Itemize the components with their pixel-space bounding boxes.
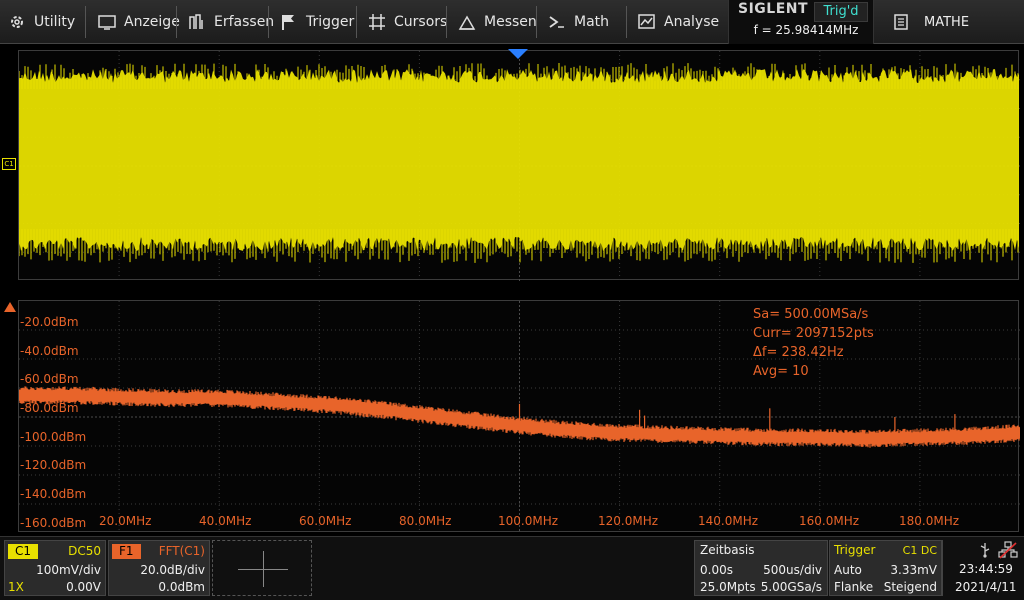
trigger-frequency: f = 25.98414MHz <box>753 23 859 37</box>
f1-info-box[interactable]: F1 FFT(C1) 20.0dB/div 0.0dBm <box>108 540 210 596</box>
timebase-points: 25.0Mpts <box>700 580 756 594</box>
menu-divider <box>536 6 537 38</box>
x-tick-label: 160.0MHz <box>799 514 860 528</box>
trigger-level: 3.33mV <box>890 563 937 577</box>
trigger-source: C1 DC <box>902 544 937 557</box>
trigger-type: Flanke <box>834 580 874 594</box>
menu-divider <box>176 6 177 38</box>
f1-source: FFT(C1) <box>158 544 205 558</box>
y-tick-label: -140.0dBm <box>20 487 87 501</box>
x-tick-label: 40.0MHz <box>199 514 252 528</box>
menu-messen-label: Messen <box>484 14 537 30</box>
fft-info-readout: Sa= 500.00MSa/s Curr= 2097152pts Δf= 238… <box>753 305 874 381</box>
y-tick-label: -100.0dBm <box>20 430 87 444</box>
ch1-scale: 100mV/div <box>36 563 101 577</box>
menu-math-label: Math <box>574 14 610 30</box>
ch1-offset: 0.00V <box>66 580 101 594</box>
menu-cursors-label: Cursors <box>394 14 448 30</box>
ch1-trace <box>19 69 1019 251</box>
clock-date: 2021/4/11 <box>955 580 1017 594</box>
analyse-icon <box>638 13 656 31</box>
network-icon <box>998 541 1018 559</box>
menu-cursors[interactable]: Cursors <box>368 0 447 44</box>
gear-icon <box>8 13 26 31</box>
menu-erfassen[interactable]: Erfassen <box>188 0 274 44</box>
menu-anzeige[interactable]: Anzeige <box>98 0 180 44</box>
menu-anzeige-label: Anzeige <box>124 14 180 30</box>
x-tick-label: 140.0MHz <box>698 514 759 528</box>
timebase-delay: 0.00s <box>700 563 733 577</box>
fft-resolution: Δf= 238.42Hz <box>753 345 844 360</box>
timebase-title: Zeitbasis <box>700 543 755 557</box>
y-tick-label: -80.0dBm <box>20 401 79 415</box>
timebase-scale: 500us/div <box>763 563 822 577</box>
timebase-box[interactable]: Zeitbasis 0.00s 500us/div 25.0Mpts 5.00G… <box>694 540 828 596</box>
measure-icon <box>458 13 476 31</box>
plus-icon <box>263 551 264 587</box>
ch1-info-box[interactable]: C1 DC50 100mV/div 1X 0.00V <box>4 540 106 596</box>
trigger-mode: Auto <box>834 563 862 577</box>
trigger-box[interactable]: Trigger C1 DC Auto 3.33mV Flanke Steigen… <box>829 540 942 596</box>
trigger-status-badge: Trig'd <box>814 2 868 22</box>
flag-icon <box>280 13 298 31</box>
menu-math[interactable]: Math <box>548 0 609 44</box>
y-tick-label: -60.0dBm <box>20 372 79 386</box>
y-tick-label: -120.0dBm <box>20 458 87 472</box>
x-tick-label: 120.0MHz <box>598 514 659 528</box>
menu-utility-label: Utility <box>34 14 76 30</box>
x-tick-label: 60.0MHz <box>299 514 352 528</box>
menu-divider <box>85 6 86 38</box>
y-tick-label: -20.0dBm <box>20 315 79 329</box>
clock-time: 23:44:59 <box>959 562 1013 576</box>
fft-current-points: Curr= 2097152pts <box>753 326 874 341</box>
clock-area: 23:44:59 2021/4/11 <box>944 540 1022 596</box>
x-tick-label: 20.0MHz <box>99 514 152 528</box>
math-menu-button[interactable]: MATHE <box>880 0 1024 44</box>
trigger-slope: Steigend <box>883 580 937 594</box>
fft-averages: Avg= 10 <box>753 364 809 379</box>
ch1-probe: 1X <box>8 580 24 594</box>
y-tick-label: -160.0dBm <box>20 516 87 530</box>
menu-messen[interactable]: Messen <box>458 0 537 44</box>
x-tick-label: 80.0MHz <box>399 514 452 528</box>
menu-divider <box>626 6 627 38</box>
display-icon <box>98 13 116 31</box>
menu-divider <box>356 6 357 38</box>
y-tick-label: -40.0dBm <box>20 344 79 358</box>
menu-analyse-label: Analyse <box>664 14 720 30</box>
status-divider <box>942 540 943 596</box>
siglent-logo: SIGLENT <box>738 1 809 17</box>
timebase-rate: 5.00GSa/s <box>760 580 822 594</box>
trigger-position-marker[interactable] <box>508 49 528 59</box>
x-tick-label: 180.0MHz <box>899 514 960 528</box>
f1-offset-marker[interactable] <box>4 302 16 312</box>
menu-erfassen-label: Erfassen <box>214 14 275 30</box>
menu-trigger-label: Trigger <box>306 14 355 30</box>
ch1-tag: C1 <box>8 544 39 559</box>
f1-offset: 0.0dBm <box>158 580 205 594</box>
menu-analyse[interactable]: Analyse <box>638 0 719 44</box>
ch1-offset-marker[interactable]: C1 <box>2 158 16 170</box>
f1-scale: 20.0dB/div <box>140 563 205 577</box>
menu-trigger[interactable]: Trigger <box>280 0 354 44</box>
cursor-grid-icon <box>368 13 386 31</box>
ch1-grid <box>19 51 1020 281</box>
x-tick-label: 100.0MHz <box>498 514 559 528</box>
menu-divider <box>268 6 269 38</box>
fft-sample-rate: Sa= 500.00MSa/s <box>753 307 869 322</box>
ch1-waveform-panel[interactable] <box>18 50 1020 281</box>
menu-divider <box>446 6 447 38</box>
f1-tag: F1 <box>112 544 141 559</box>
add-channel-button[interactable] <box>212 540 312 596</box>
usb-icon <box>978 542 992 558</box>
menu-utility[interactable]: Utility <box>8 0 75 44</box>
math-icon <box>548 13 566 31</box>
math-menu-label: MATHE <box>924 14 970 30</box>
ch1-coupling: DC50 <box>68 544 101 558</box>
document-icon <box>894 14 908 30</box>
acquire-icon <box>188 13 206 31</box>
trigger-title: Trigger <box>834 543 876 557</box>
